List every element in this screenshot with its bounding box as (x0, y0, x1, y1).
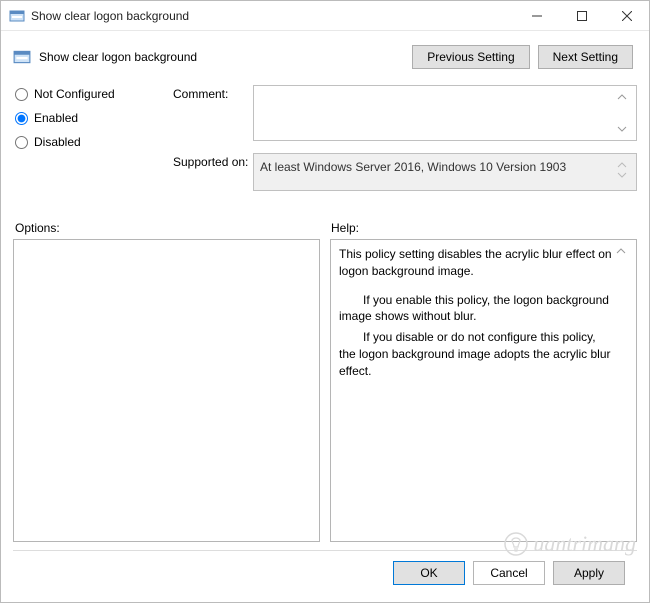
radio-not-configured-label: Not Configured (34, 87, 115, 101)
state-radio-group: Not Configured Enabled Disabled (13, 85, 173, 203)
window-title: Show clear logon background (31, 9, 514, 23)
radio-enabled[interactable]: Enabled (13, 111, 173, 125)
dialog-footer: OK Cancel Apply (13, 550, 637, 594)
section-labels: Options: Help: (13, 221, 637, 235)
config-row: Not Configured Enabled Disabled Comment: (13, 85, 637, 203)
radio-not-configured-input[interactable] (15, 88, 28, 101)
cancel-button[interactable]: Cancel (473, 561, 545, 585)
supported-scrollbar[interactable] (614, 158, 630, 182)
setting-icon (13, 48, 31, 66)
dialog-window: Show clear logon background Show clea (0, 0, 650, 603)
supported-on-box: At least Windows Server 2016, Windows 10… (253, 153, 637, 191)
comment-label: Comment: (173, 85, 253, 101)
supported-on-label: Supported on: (173, 153, 253, 169)
radio-enabled-input[interactable] (15, 112, 28, 125)
help-text: This policy setting disables the acrylic… (339, 246, 614, 535)
maximize-button[interactable] (559, 1, 604, 30)
policy-icon (9, 8, 25, 24)
comment-scrollbar[interactable] (614, 90, 630, 136)
header-row: Show clear logon background Previous Set… (13, 39, 637, 75)
close-button[interactable] (604, 1, 649, 30)
comment-value (260, 90, 614, 136)
right-column: Comment: Supported on: At least Windows … (173, 85, 637, 203)
ok-button[interactable]: OK (393, 561, 465, 585)
titlebar: Show clear logon background (1, 1, 649, 31)
apply-button[interactable]: Apply (553, 561, 625, 585)
minimize-button[interactable] (514, 1, 559, 30)
radio-disabled-input[interactable] (15, 136, 28, 149)
radio-enabled-label: Enabled (34, 111, 78, 125)
setting-title: Show clear logon background (39, 50, 412, 64)
supported-on-value: At least Windows Server 2016, Windows 10… (260, 158, 614, 176)
help-paragraph-1: This policy setting disables the acrylic… (339, 246, 614, 280)
options-pane (13, 239, 320, 542)
radio-disabled[interactable]: Disabled (13, 135, 173, 149)
help-scrollbar[interactable] (614, 246, 628, 535)
help-paragraph-3: If you disable or do not configure this … (339, 329, 614, 379)
content-area: Show clear logon background Previous Set… (1, 31, 649, 602)
next-setting-button[interactable]: Next Setting (538, 45, 633, 69)
options-label: Options: (13, 221, 325, 235)
panes-row: This policy setting disables the acrylic… (13, 239, 637, 542)
window-controls (514, 1, 649, 30)
help-label: Help: (325, 221, 637, 235)
scroll-down-icon (617, 170, 627, 180)
comment-textbox[interactable] (253, 85, 637, 141)
scroll-up-icon (616, 246, 626, 256)
scroll-up-icon (617, 160, 627, 170)
radio-not-configured[interactable]: Not Configured (13, 87, 173, 101)
previous-setting-button[interactable]: Previous Setting (412, 45, 529, 69)
scroll-down-icon (617, 124, 627, 134)
help-paragraph-2: If you enable this policy, the logon bac… (339, 292, 614, 326)
scroll-up-icon (617, 92, 627, 102)
radio-disabled-label: Disabled (34, 135, 81, 149)
help-pane: This policy setting disables the acrylic… (330, 239, 637, 542)
